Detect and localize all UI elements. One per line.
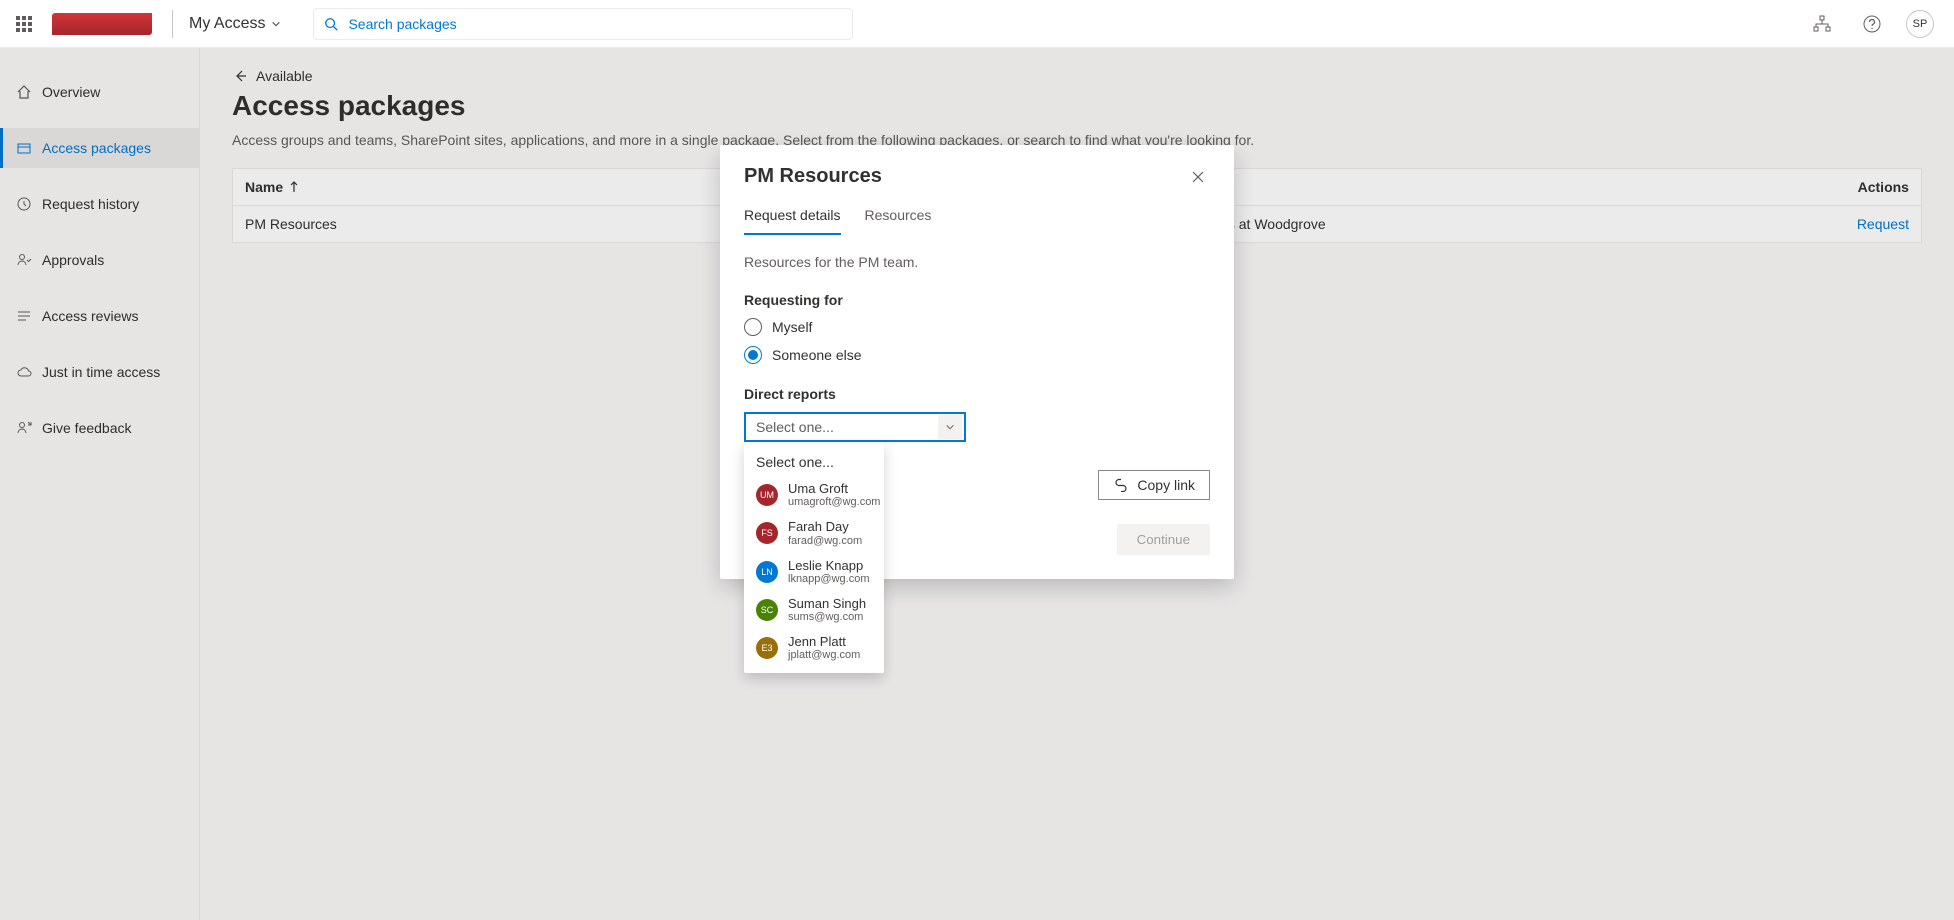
app-launcher-button[interactable] xyxy=(8,8,40,40)
modal-description: Resources for the PM team. xyxy=(744,254,1210,270)
copy-link-label: Copy link xyxy=(1137,477,1195,493)
person-email: farad@wg.com xyxy=(788,535,862,547)
search-box[interactable] xyxy=(313,8,853,40)
close-button[interactable] xyxy=(1186,165,1210,189)
user-avatar[interactable]: SP xyxy=(1906,10,1934,38)
dropdown-person-option[interactable]: FS Farah Day farad@wg.com xyxy=(744,514,884,552)
help-icon xyxy=(1863,15,1881,33)
top-bar: My Access SP xyxy=(0,0,1954,48)
modal-tabs: Request details Resources xyxy=(744,207,1210,236)
person-name: Jenn Platt xyxy=(788,635,860,649)
person-name: Uma Groft xyxy=(788,482,880,496)
app-title-label: My Access xyxy=(189,15,265,33)
person-email: lknapp@wg.com xyxy=(788,573,869,585)
search-input[interactable] xyxy=(348,16,842,32)
dropdown-person-option[interactable]: UM Uma Groft umagroft@wg.com xyxy=(744,476,884,514)
radio-someone-label: Someone else xyxy=(772,347,862,363)
persona-coin: LN xyxy=(756,561,778,583)
person-email: umagroft@wg.com xyxy=(788,496,880,508)
person-email: sums@wg.com xyxy=(788,611,866,623)
direct-reports-dropdown: Select one... UM Uma Groft umagroft@wg.c… xyxy=(744,442,884,673)
search-icon xyxy=(324,17,338,31)
combo-placeholder: Select one... xyxy=(756,419,834,435)
continue-button[interactable]: Continue xyxy=(1117,524,1210,555)
tab-request-details[interactable]: Request details xyxy=(744,207,841,235)
persona-coin: FS xyxy=(756,522,778,544)
link-icon xyxy=(1113,478,1129,492)
dropdown-person-option[interactable]: E3 Jenn Platt jplatt@wg.com xyxy=(744,629,884,667)
radio-myself-label: Myself xyxy=(772,319,812,335)
person-email: jplatt@wg.com xyxy=(788,649,860,661)
radio-someone-else[interactable]: Someone else xyxy=(744,346,1210,364)
tab-resources[interactable]: Resources xyxy=(865,207,932,235)
persona-coin: UM xyxy=(756,484,778,506)
chevron-down-icon xyxy=(938,415,962,439)
dropdown-placeholder-option[interactable]: Select one... xyxy=(744,448,884,476)
persona-coin: E3 xyxy=(756,637,778,659)
avatar-initials: SP xyxy=(1913,18,1928,30)
person-name: Farah Day xyxy=(788,520,862,534)
modal-title: PM Resources xyxy=(744,165,882,188)
app-title-dropdown[interactable]: My Access xyxy=(181,15,289,33)
radio-myself[interactable]: Myself xyxy=(744,318,1210,336)
copy-link-button[interactable]: Copy link xyxy=(1098,470,1210,500)
close-icon xyxy=(1191,170,1205,184)
persona-coin: SC xyxy=(756,599,778,621)
top-right-actions: SP xyxy=(1806,8,1946,40)
requesting-for-label: Requesting for xyxy=(744,292,1210,308)
org-chart-button[interactable] xyxy=(1806,8,1838,40)
person-name: Leslie Knapp xyxy=(788,559,869,573)
radio-icon-checked xyxy=(744,346,762,364)
person-name: Suman Singh xyxy=(788,597,866,611)
help-button[interactable] xyxy=(1856,8,1888,40)
dropdown-person-option[interactable]: LN Leslie Knapp lknapp@wg.com xyxy=(744,553,884,591)
dropdown-person-option[interactable]: SC Suman Singh sums@wg.com xyxy=(744,591,884,629)
direct-reports-label: Direct reports xyxy=(744,386,1210,402)
logo-banner xyxy=(52,13,152,35)
radio-icon xyxy=(744,318,762,336)
sitemap-icon xyxy=(1813,15,1831,33)
chevron-down-icon xyxy=(271,19,281,29)
divider xyxy=(172,10,173,38)
direct-reports-combobox[interactable]: Select one... xyxy=(744,412,966,442)
waffle-icon xyxy=(16,16,32,32)
